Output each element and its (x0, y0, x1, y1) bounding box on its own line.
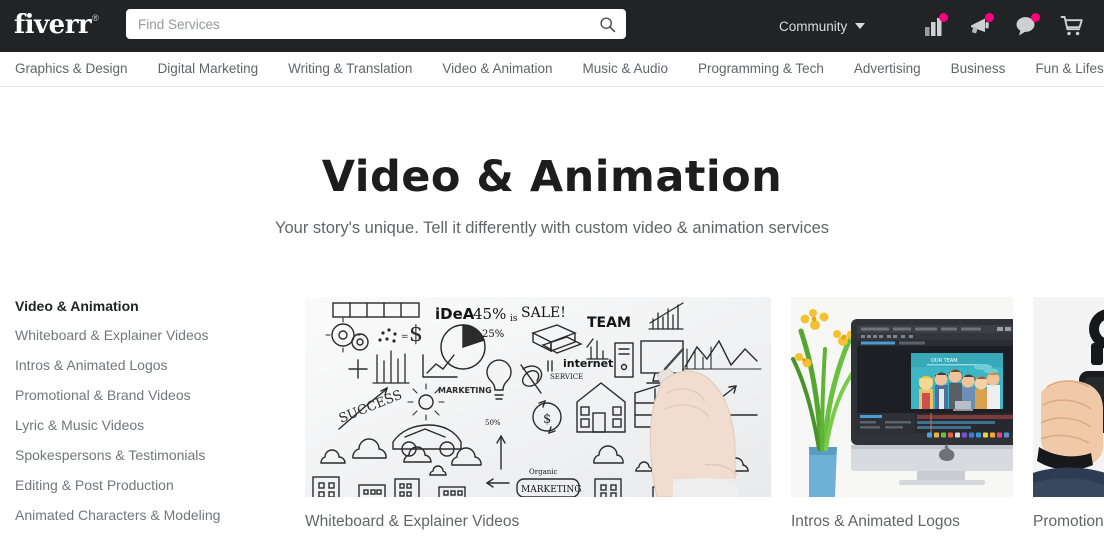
sidebar-item-promotional-brand-videos[interactable]: Promotional & Brand Videos (15, 386, 305, 404)
card-label: Promotional & Brand Videos (1033, 513, 1104, 530)
card-label: Whiteboard & Explainer Videos (305, 513, 520, 530)
nav-item-music-audio[interactable]: Music & Audio (583, 52, 669, 86)
card-image-hand-holding-camera (1033, 297, 1104, 497)
svg-text:SALE!: SALE! (521, 305, 566, 321)
notification-badge (1031, 13, 1040, 22)
search-bar[interactable] (126, 9, 626, 39)
card-whiteboard-explainer-videos[interactable]: = $ SUCCESS MARKETING iDeA 45% is SALE! … (305, 297, 771, 536)
notification-badge (985, 13, 994, 22)
card-intros-animated-logos[interactable]: OUR TEAM Intros & Animated Logos (791, 297, 1013, 536)
search-icon[interactable] (599, 16, 616, 33)
svg-text:$: $ (409, 322, 423, 347)
card-label: Intros & Animated Logos (791, 513, 960, 530)
svg-text:OUR TEAM: OUR TEAM (931, 358, 958, 364)
community-menu[interactable]: Community (779, 0, 866, 52)
nav-item-programming-tech[interactable]: Programming & Tech (698, 52, 824, 86)
svg-text:MARKETING: MARKETING (438, 386, 492, 395)
svg-text:50%: 50% (485, 419, 501, 427)
megaphone-icon[interactable] (968, 13, 994, 38)
hero-section: Video & Animation Your story's unique. T… (0, 87, 1104, 240)
community-label: Community (779, 18, 848, 34)
nav-item-business[interactable]: Business (951, 52, 1006, 86)
cart-icon[interactable] (1060, 14, 1084, 38)
card-image-whiteboard-doodles: = $ SUCCESS MARKETING iDeA 45% is SALE! … (305, 297, 771, 497)
svg-text:$: $ (543, 412, 551, 427)
subcategory-card-carousel: = $ SUCCESS MARKETING iDeA 45% is SALE! … (305, 297, 1104, 536)
svg-text:45%: 45% (473, 305, 506, 323)
svg-text:MARKETING: MARKETING (521, 485, 581, 495)
page-subtitle: Your story's unique. Tell it differently… (274, 219, 830, 237)
search-input[interactable] (138, 16, 599, 32)
sidebar-item-intros-animated-logos[interactable]: Intros & Animated Logos (15, 356, 305, 374)
sidebar-item-animated-characters-modeling[interactable]: Animated Characters & Modeling (15, 506, 305, 524)
sidebar-item-lyric-music-videos[interactable]: Lyric & Music Videos (15, 416, 305, 434)
svg-text:is: is (510, 314, 518, 324)
registered-mark-icon: ® (92, 13, 99, 23)
svg-text:internet: internet (563, 357, 613, 370)
main-content: Video & Animation Whiteboard & Explainer… (0, 297, 1104, 536)
analytics-icon[interactable] (922, 13, 948, 38)
svg-text:25%: 25% (482, 329, 504, 340)
sidebar-item-whiteboard-explainer-videos[interactable]: Whiteboard & Explainer Videos (15, 326, 305, 344)
site-header: fiverr ® Community (0, 0, 1104, 52)
svg-text:=: = (401, 332, 409, 342)
nav-item-graphics-design[interactable]: Graphics & Design (15, 52, 128, 86)
category-nav: Graphics & Design Digital Marketing Writ… (0, 52, 1104, 87)
nav-item-advertising[interactable]: Advertising (854, 52, 921, 86)
nav-item-digital-marketing[interactable]: Digital Marketing (158, 52, 259, 86)
sidebar-heading: Video & Animation (15, 298, 139, 314)
svg-text:SERVICE: SERVICE (550, 373, 583, 381)
svg-text:iDeA: iDeA (435, 305, 475, 323)
card-promotional-brand-videos[interactable]: Promotional & Brand Videos (1033, 297, 1104, 536)
nav-item-fun-lifestyle[interactable]: Fun & Lifestyle (1035, 52, 1104, 86)
svg-text:Organic: Organic (529, 468, 557, 476)
sidebar-item-spokespersons-testimonials[interactable]: Spokespersons & Testimonials (15, 446, 305, 464)
fiverr-logo[interactable]: fiverr ® (14, 10, 114, 42)
notification-badge (939, 13, 948, 22)
logo-wordmark: fiverr (14, 10, 92, 40)
svg-text:TEAM: TEAM (587, 315, 631, 331)
nav-item-video-animation[interactable]: Video & Animation (442, 52, 552, 86)
sidebar-item-editing-post-production[interactable]: Editing & Post Production (15, 476, 305, 494)
subcategory-sidebar: Video & Animation Whiteboard & Explainer… (0, 297, 305, 536)
header-icon-group (922, 0, 1084, 52)
chevron-down-icon (855, 23, 866, 29)
page-title: Video & Animation (321, 152, 783, 202)
nav-item-writing-translation[interactable]: Writing & Translation (288, 52, 412, 86)
messages-icon[interactable] (1014, 13, 1040, 38)
card-image-imac-video-editor: OUR TEAM (791, 297, 1013, 497)
